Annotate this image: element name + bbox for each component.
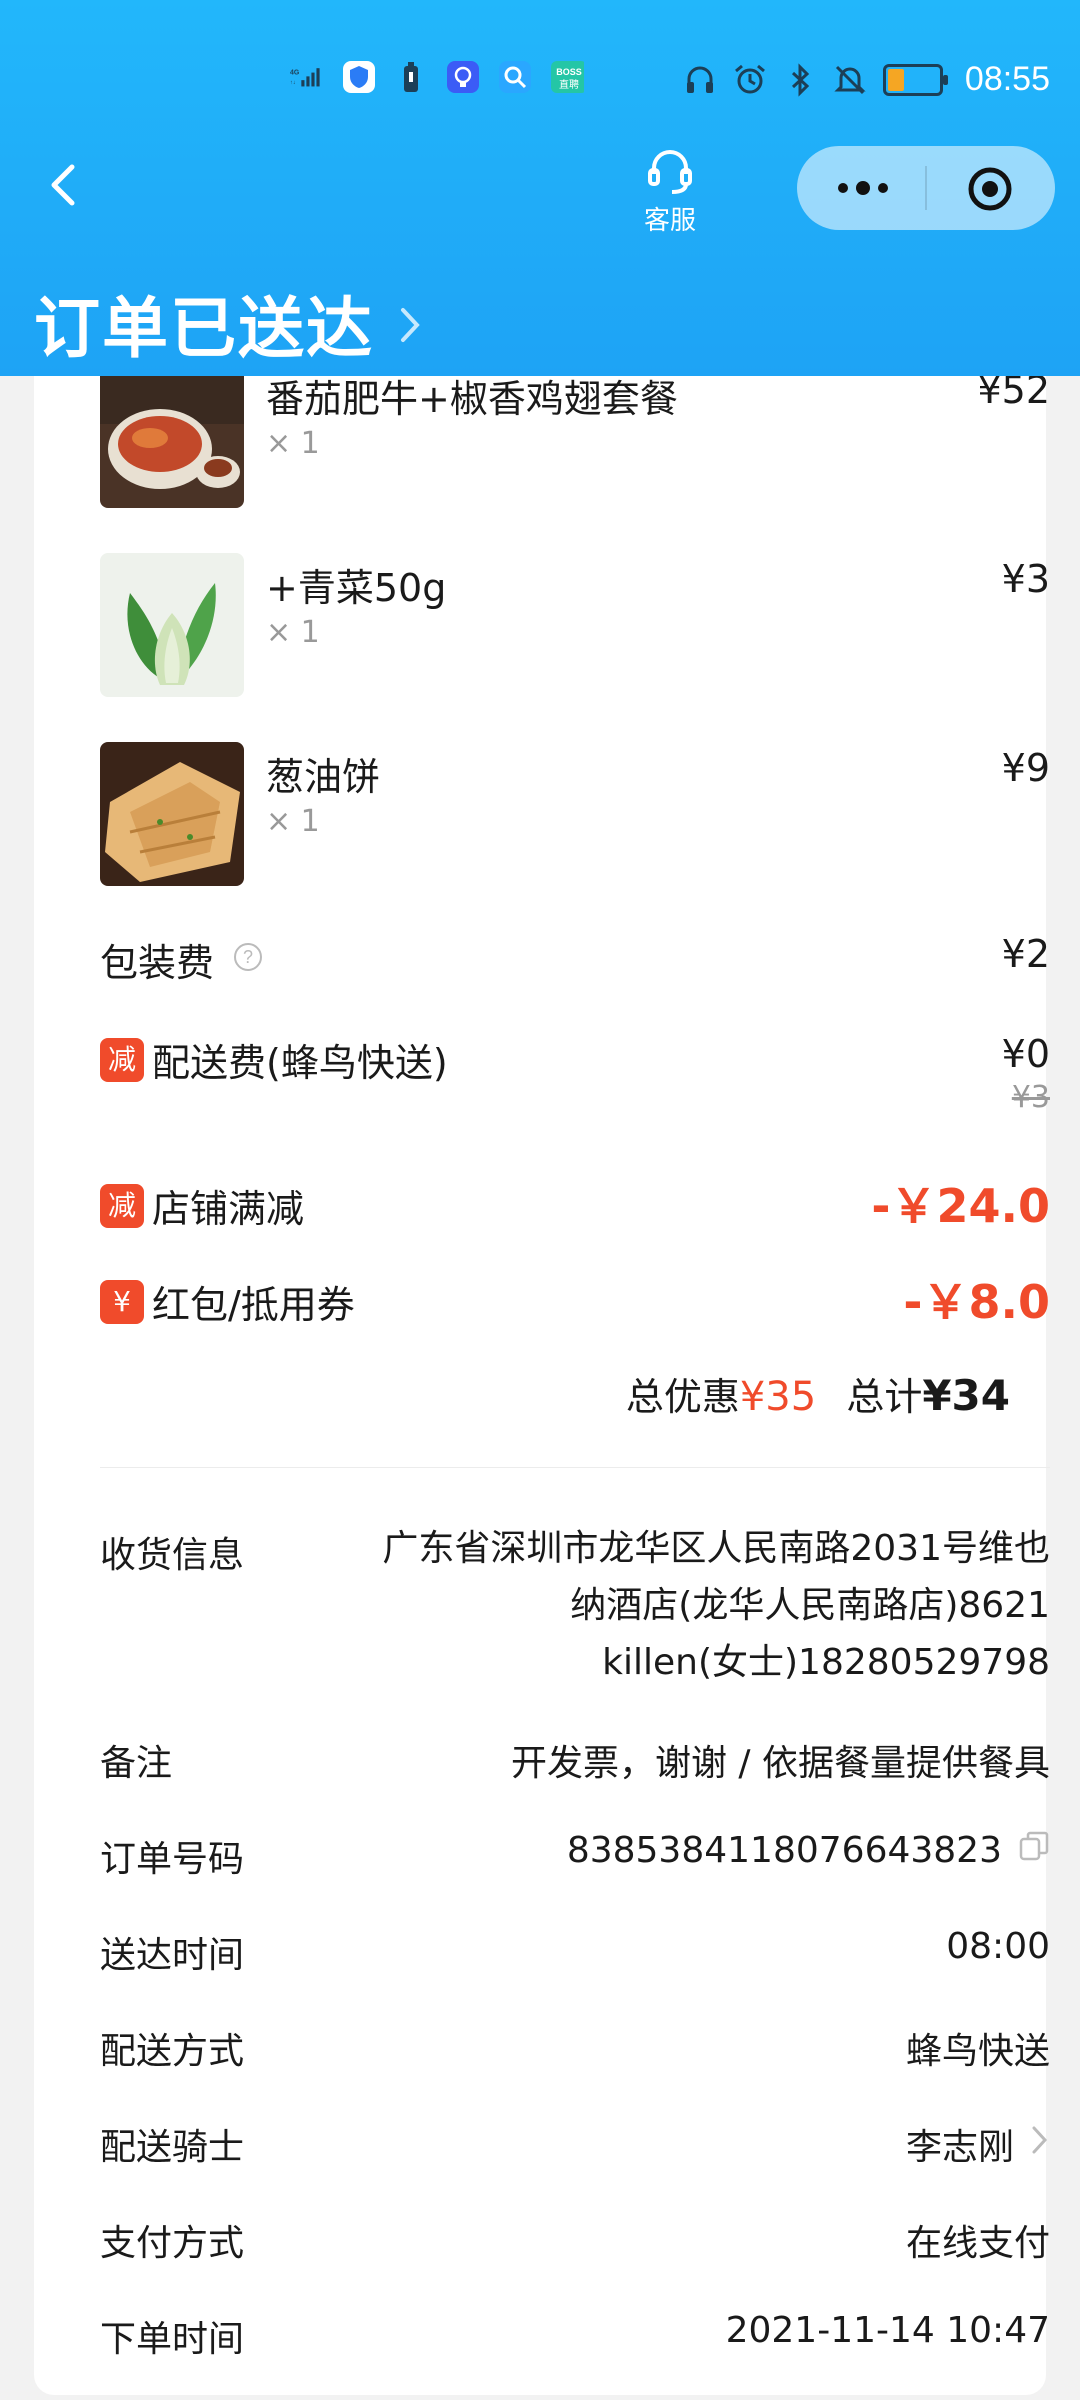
packaging-fee-value: ¥2 bbox=[1001, 932, 1050, 976]
battery-icon bbox=[882, 63, 948, 96]
delivery-fee-row: 减 配送费(蜂鸟快送) ¥0 ¥3 bbox=[100, 1032, 1050, 1132]
divider bbox=[100, 1467, 1050, 1468]
close-mini-program-icon[interactable] bbox=[967, 166, 1013, 212]
alarm-icon bbox=[733, 63, 767, 97]
payment-method-label: 支付方式 bbox=[100, 2223, 245, 2264]
delivery-fee-original: ¥3 bbox=[1011, 1080, 1050, 1115]
help-icon[interactable]: ? bbox=[232, 938, 264, 982]
item-name: 番茄肥牛+椒香鸡翅套餐 bbox=[266, 377, 678, 421]
header: 4G ↑↓ BOSS 直聘 08:55 客服 订单已送达 bbox=[0, 0, 1080, 376]
food-image-greens bbox=[100, 553, 244, 697]
delivered-time-row: 送达时间 08:00 bbox=[100, 1926, 1050, 1976]
svg-text:4G: 4G bbox=[290, 69, 299, 76]
address-value: 广东省深圳市龙华区人民南路2031号维也 纳酒店(龙华人民南路店)8621 ki… bbox=[330, 1520, 1050, 1691]
coupon-label: 红包/抵用券 bbox=[152, 1283, 355, 1327]
note-label: 备注 bbox=[100, 1743, 173, 1784]
delivery-method-label: 配送方式 bbox=[100, 2031, 245, 2072]
delivery-method-row: 配送方式 蜂鸟快送 bbox=[100, 2022, 1050, 2072]
food-image-beef-combo bbox=[100, 364, 244, 508]
address-row: 收货信息 广东省深圳市龙华区人民南路2031号维也 纳酒店(龙华人民南路店)86… bbox=[100, 1520, 1050, 1700]
battery-small-icon bbox=[394, 60, 428, 94]
service-label: 客服 bbox=[643, 206, 696, 236]
mini-program-capsule bbox=[797, 146, 1055, 230]
address-line: 纳酒店(龙华人民南路店)8621 bbox=[570, 1585, 1050, 1626]
item-qty: × 1 bbox=[266, 426, 320, 461]
delivery-fee-label: 配送费(蜂鸟快送) bbox=[152, 1041, 448, 1085]
order-number-row: 订单号码 8385384118076643823 bbox=[100, 1830, 1050, 1880]
delivery-method-value: 蜂鸟快送 bbox=[905, 2031, 1050, 2072]
chevron-right-icon bbox=[1030, 2123, 1050, 2166]
total-discount-value: ¥35 bbox=[739, 1374, 817, 1420]
boss-app-icon: BOSS 直聘 bbox=[550, 60, 584, 94]
coupon-row: ¥ 红包/抵用券 -￥8.0 bbox=[100, 1266, 1050, 1329]
address-line: 广东省深圳市龙华区人民南路2031号维也 bbox=[382, 1528, 1050, 1569]
bulb-app-icon bbox=[446, 60, 480, 94]
headphones-icon bbox=[683, 63, 717, 97]
total-label: 总计 bbox=[846, 1375, 923, 1419]
payment-method-row: 支付方式 在线支付 bbox=[100, 2214, 1050, 2264]
item-name: 葱油饼 bbox=[266, 755, 381, 799]
signal-4g-icon: 4G ↑↓ bbox=[290, 60, 324, 94]
page-title: 订单已送达 bbox=[34, 290, 374, 367]
back-button[interactable] bbox=[40, 155, 90, 215]
item-qty: × 1 bbox=[266, 615, 320, 650]
rider-row[interactable]: 配送骑士 李志刚 bbox=[100, 2118, 1050, 2168]
order-summary: 总优惠¥35 总计¥34 bbox=[626, 1366, 1010, 1421]
coupon-value: -￥8.0 bbox=[903, 1275, 1050, 1329]
delivered-time-value: 08:00 bbox=[946, 1926, 1050, 1967]
order-detail-card: 番茄肥牛+椒香鸡翅套餐 × 1 ¥52 +青菜50g × 1 ¥3 葱油饼 × … bbox=[34, 300, 1050, 2395]
svg-text:直聘: 直聘 bbox=[559, 78, 579, 91]
customer-service-button[interactable]: 客服 bbox=[630, 148, 710, 237]
delivery-fee-value: ¥0 bbox=[1001, 1032, 1050, 1076]
headset-icon bbox=[640, 150, 700, 198]
store-discount-value: -￥24.0 bbox=[871, 1179, 1050, 1233]
note-row: 备注 开发票，谢谢 / 依据餐量提供餐具 bbox=[100, 1734, 1050, 1784]
list-item: 葱油饼 × 1 ¥9 bbox=[100, 742, 1050, 886]
copy-icon[interactable] bbox=[1018, 1830, 1050, 1871]
search-app-icon bbox=[498, 60, 532, 94]
order-number-value: 8385384118076643823 bbox=[566, 1830, 1002, 1871]
rider-name: 李志刚 bbox=[905, 2127, 1014, 2168]
store-discount-row: 减 店铺满减 -￥24.0 bbox=[100, 1170, 1050, 1233]
status-time: 08:55 bbox=[964, 60, 1050, 98]
chevron-right-icon bbox=[398, 305, 422, 349]
item-price: ¥9 bbox=[1001, 746, 1050, 790]
more-icon[interactable] bbox=[833, 176, 893, 200]
item-name: +青菜50g bbox=[266, 566, 447, 610]
item-qty: × 1 bbox=[266, 804, 320, 839]
discount-tag: 减 bbox=[100, 1183, 144, 1228]
coupon-tag: ¥ bbox=[100, 1279, 144, 1324]
order-time-row: 下单时间 2021-11-14 10:47 bbox=[100, 2310, 1050, 2360]
discount-tag: 减 bbox=[100, 1037, 144, 1082]
svg-text:↑↓: ↑↓ bbox=[290, 80, 296, 86]
packaging-fee-row: 包装费 ? ¥2 bbox=[100, 932, 1050, 985]
delivered-time-label: 送达时间 bbox=[100, 1935, 245, 1976]
order-number-label: 订单号码 bbox=[100, 1839, 245, 1880]
order-time-value: 2021-11-14 10:47 bbox=[725, 2310, 1050, 2351]
mute-bell-icon bbox=[833, 63, 867, 97]
bluetooth-icon bbox=[783, 62, 817, 97]
total-discount-label: 总优惠 bbox=[625, 1375, 740, 1419]
svg-text:BOSS: BOSS bbox=[556, 67, 582, 77]
total-value: ¥34 bbox=[922, 1371, 1010, 1420]
order-status-title[interactable]: 订单已送达 bbox=[34, 275, 422, 371]
store-discount-label: 店铺满减 bbox=[152, 1187, 305, 1231]
payment-method-value: 在线支付 bbox=[905, 2223, 1050, 2264]
note-value: 开发票，谢谢 / 依据餐量提供餐具 bbox=[510, 1743, 1050, 1784]
food-image-scallion-pancake bbox=[100, 742, 244, 886]
list-item: 番茄肥牛+椒香鸡翅套餐 × 1 ¥52 bbox=[100, 364, 1050, 508]
shield-app-icon bbox=[342, 60, 376, 94]
address-label: 收货信息 bbox=[100, 1535, 245, 1576]
order-time-label: 下单时间 bbox=[100, 2319, 245, 2360]
packaging-fee-label: 包装费 bbox=[100, 941, 215, 985]
address-line: killen(女士)18280529798 bbox=[602, 1642, 1050, 1683]
status-bar: 4G ↑↓ BOSS 直聘 08:55 bbox=[0, 56, 1080, 106]
rider-label: 配送骑士 bbox=[100, 2127, 245, 2168]
list-item: +青菜50g × 1 ¥3 bbox=[100, 553, 1050, 697]
svg-text:?: ? bbox=[243, 947, 253, 967]
item-price: ¥3 bbox=[1001, 557, 1050, 601]
